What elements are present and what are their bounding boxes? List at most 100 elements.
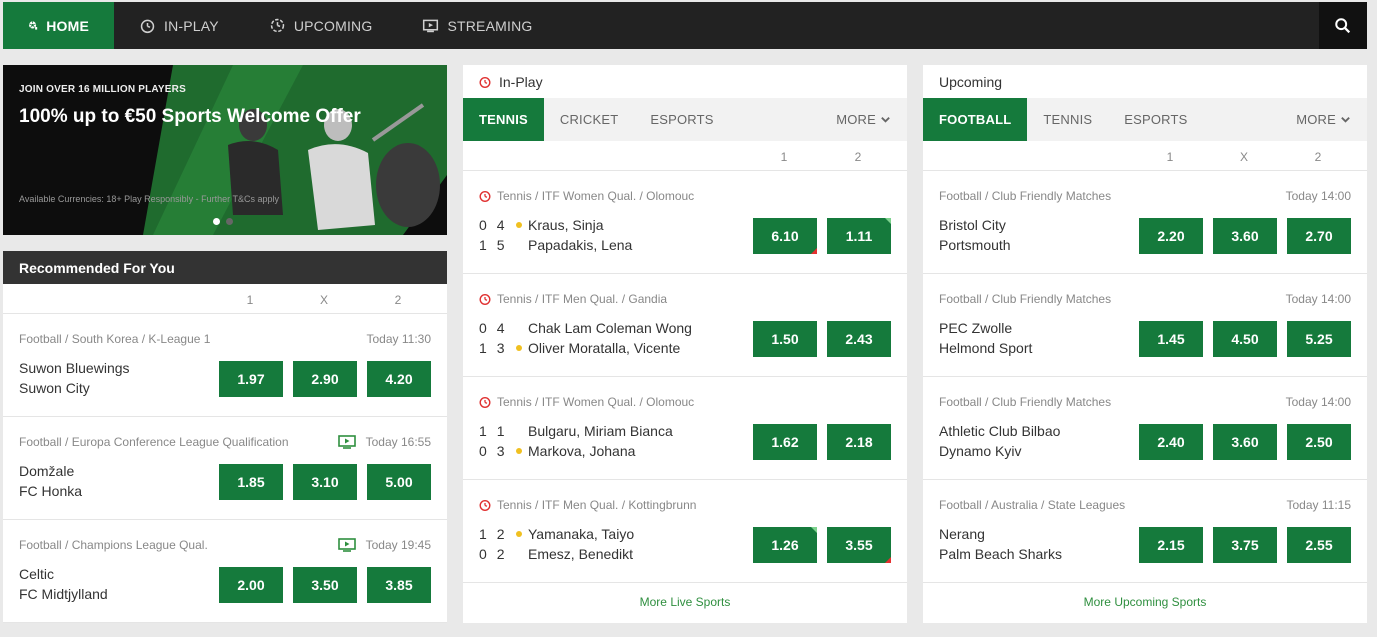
tab-more[interactable]: MORE: [820, 98, 907, 141]
event-time-label: Today 16:55: [365, 435, 431, 449]
tab-tennis[interactable]: TENNIS: [463, 98, 544, 141]
odds-button[interactable]: 3.85: [367, 567, 431, 603]
score-sets: 1: [479, 340, 487, 356]
promo-headline: 100% up to €50 Sports Welcome Offer: [19, 106, 361, 127]
event-teams[interactable]: Domžale FC Honka: [19, 461, 82, 501]
more-upcoming-sports-link[interactable]: More Upcoming Sports: [923, 583, 1367, 621]
event-competition: Tennis / ITF Women Qual. / Olomouc: [479, 395, 694, 409]
odds-button[interactable]: 5.25: [1287, 321, 1351, 357]
carousel-dot-2[interactable]: [226, 218, 233, 225]
event-competition: Tennis / ITF Men Qual. / Kottingbrunn: [479, 498, 696, 512]
odds-button[interactable]: 2.40: [1139, 424, 1203, 460]
score-line: 04: [479, 215, 505, 235]
score-sets: 0: [479, 546, 487, 562]
odds-button[interactable]: 1.85: [219, 464, 283, 500]
inplay-col-header: 1 2: [463, 141, 907, 171]
home-team: Athletic Club Bilbao: [939, 423, 1061, 439]
event-row[interactable]: Football / South Korea / K-League 1 Today…: [3, 314, 447, 417]
nav-streaming-label: STREAMING: [447, 17, 533, 34]
event-teams[interactable]: PEC Zwolle Helmond Sport: [939, 318, 1032, 358]
tab-football[interactable]: FOOTBALL: [923, 98, 1028, 141]
odds-button[interactable]: 2.90: [293, 361, 357, 397]
serving-indicator: [516, 345, 522, 351]
event-time: Today 11:30: [367, 332, 432, 346]
event-teams[interactable]: Bristol City Portsmouth: [939, 215, 1011, 255]
odds-button[interactable]: 1.26: [753, 527, 817, 563]
odds-down-indicator: [885, 557, 891, 563]
nav-streaming[interactable]: STREAMING: [397, 2, 557, 49]
odds-button[interactable]: 2.55: [1287, 527, 1351, 563]
event-row[interactable]: Football / Australia / State Leagues Toda…: [923, 480, 1367, 583]
tab-more-label: MORE: [836, 112, 876, 127]
odds-button[interactable]: 2.50: [1287, 424, 1351, 460]
odds-button[interactable]: 4.20: [367, 361, 431, 397]
event-row[interactable]: Tennis / ITF Men Qual. / Gandia 0 4 1 3 Chak …: [463, 274, 907, 377]
event-teams[interactable]: Celtic FC Midtjylland: [19, 564, 108, 604]
odds-button[interactable]: 3.75: [1213, 527, 1277, 563]
score-games: 3: [496, 443, 505, 459]
odds-button[interactable]: 2.15: [1139, 527, 1203, 563]
odds-button[interactable]: 3.60: [1213, 424, 1277, 460]
odds-button[interactable]: 4.50: [1213, 321, 1277, 357]
odds-button[interactable]: 2.20: [1139, 218, 1203, 254]
event-row[interactable]: Football / Club Friendly Matches Today 14…: [923, 274, 1367, 377]
odds-button[interactable]: 2.70: [1287, 218, 1351, 254]
event-time-label: Today 14:00: [1285, 395, 1351, 409]
odds-button[interactable]: 3.50: [293, 567, 357, 603]
tab-more[interactable]: MORE: [1280, 98, 1367, 141]
upcoming-panel: Upcoming FOOTBALL TENNIS ESPORTS MORE 1 …: [923, 65, 1367, 623]
more-live-sports-link[interactable]: More Live Sports: [463, 583, 907, 621]
score-sets: 1: [479, 237, 487, 253]
event-teams[interactable]: Chak Lam Coleman Wong Oliver Moratalla, V…: [528, 318, 692, 358]
recommended-col-header: 1 X 2: [3, 284, 447, 314]
event-time-label: Today 11:30: [366, 332, 432, 346]
event-teams[interactable]: Nerang Palm Beach Sharks: [939, 524, 1062, 564]
event-row[interactable]: Tennis / ITF Women Qual. / Olomouc 0 4 1 5 Kr…: [463, 171, 907, 274]
inplay-panel: In-Play TENNIS CRICKET ESPORTS MORE 1 2 …: [463, 65, 907, 623]
odds-button[interactable]: 1.62: [753, 424, 817, 460]
nav-upcoming[interactable]: UPCOMING: [244, 2, 398, 49]
nav-home[interactable]: HOME: [3, 2, 114, 49]
event-teams[interactable]: Yamanaka, Taiyo Emesz, Benedikt: [528, 524, 634, 564]
odds-button[interactable]: 1.97: [219, 361, 283, 397]
nav-in-play[interactable]: IN-PLAY: [114, 2, 244, 49]
home-team: Nerang: [939, 526, 985, 542]
tab-esports[interactable]: ESPORTS: [634, 98, 729, 141]
tab-tennis[interactable]: TENNIS: [1027, 98, 1108, 141]
event-teams[interactable]: Bulgaru, Miriam Bianca Markova, Johana: [528, 421, 673, 461]
odds-button[interactable]: 2.43: [827, 321, 891, 357]
upcoming-col-header: 1 X 2: [923, 141, 1367, 171]
event-teams[interactable]: Athletic Club Bilbao Dynamo Kyiv: [939, 421, 1060, 461]
odds-button[interactable]: 3.60: [1213, 218, 1277, 254]
odds-button[interactable]: 6.10: [753, 218, 817, 254]
event-row[interactable]: Tennis / ITF Men Qual. / Kottingbrunn 1 2 0…: [463, 480, 907, 583]
event-row[interactable]: Football / Club Friendly Matches Today 14…: [923, 171, 1367, 274]
event-time-label: Today 14:00: [1285, 292, 1351, 306]
event-row[interactable]: Football / Club Friendly Matches Today 14…: [923, 377, 1367, 480]
event-row[interactable]: Football / Champions League Qual. Today 1…: [3, 520, 447, 623]
recommended-panel: Recommended For You 1 X 2 Football / Sou…: [3, 251, 447, 623]
tv-icon: [337, 538, 356, 552]
search-button[interactable]: [1319, 2, 1367, 49]
event-row[interactable]: Tennis / ITF Women Qual. / Olomouc 1 1 0 3 Bu…: [463, 377, 907, 480]
odds-button[interactable]: 2.18: [827, 424, 891, 460]
odds-button[interactable]: 3.10: [293, 464, 357, 500]
odds-button[interactable]: 1.45: [1139, 321, 1203, 357]
event-row[interactable]: Football / Europa Conference League Qual…: [3, 417, 447, 520]
event-teams[interactable]: Suwon Bluewings Suwon City: [19, 358, 130, 398]
odds-button[interactable]: 1.11: [827, 218, 891, 254]
odds-button[interactable]: 3.55: [827, 527, 891, 563]
tab-esports[interactable]: ESPORTS: [1108, 98, 1203, 141]
tab-cricket[interactable]: CRICKET: [544, 98, 634, 141]
odds-button[interactable]: 1.50: [753, 321, 817, 357]
score-sets: 0: [479, 217, 487, 233]
event-teams[interactable]: Kraus, Sinja Papadakis, Lena: [528, 215, 632, 255]
event-competition: Tennis / ITF Men Qual. / Gandia: [479, 292, 667, 306]
odds-button[interactable]: 5.00: [367, 464, 431, 500]
odds-button[interactable]: 2.00: [219, 567, 283, 603]
carousel-dot-1[interactable]: [213, 218, 220, 225]
event-competition: Football / Europa Conference League Qual…: [19, 435, 289, 449]
promo-banner[interactable]: JOIN OVER 16 MILLION PLAYERS 100% up to …: [3, 65, 447, 235]
event-competition: Football / Champions League Qual.: [19, 538, 208, 552]
score-line: 12: [479, 524, 505, 544]
